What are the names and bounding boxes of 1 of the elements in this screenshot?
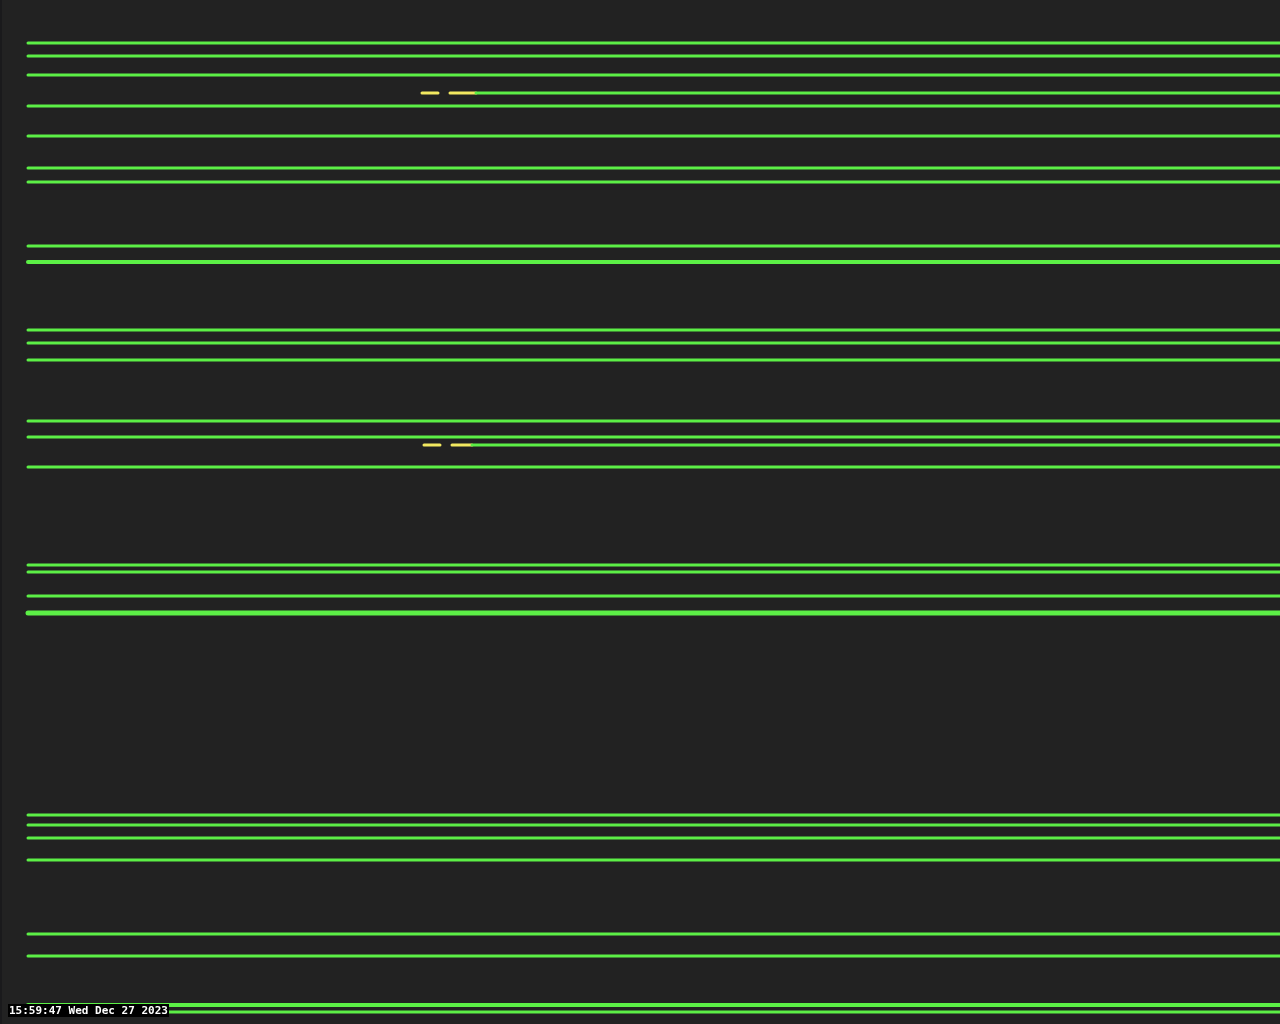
timestamp: 15:59:47 Wed Dec 27 2023 xyxy=(8,1004,169,1017)
